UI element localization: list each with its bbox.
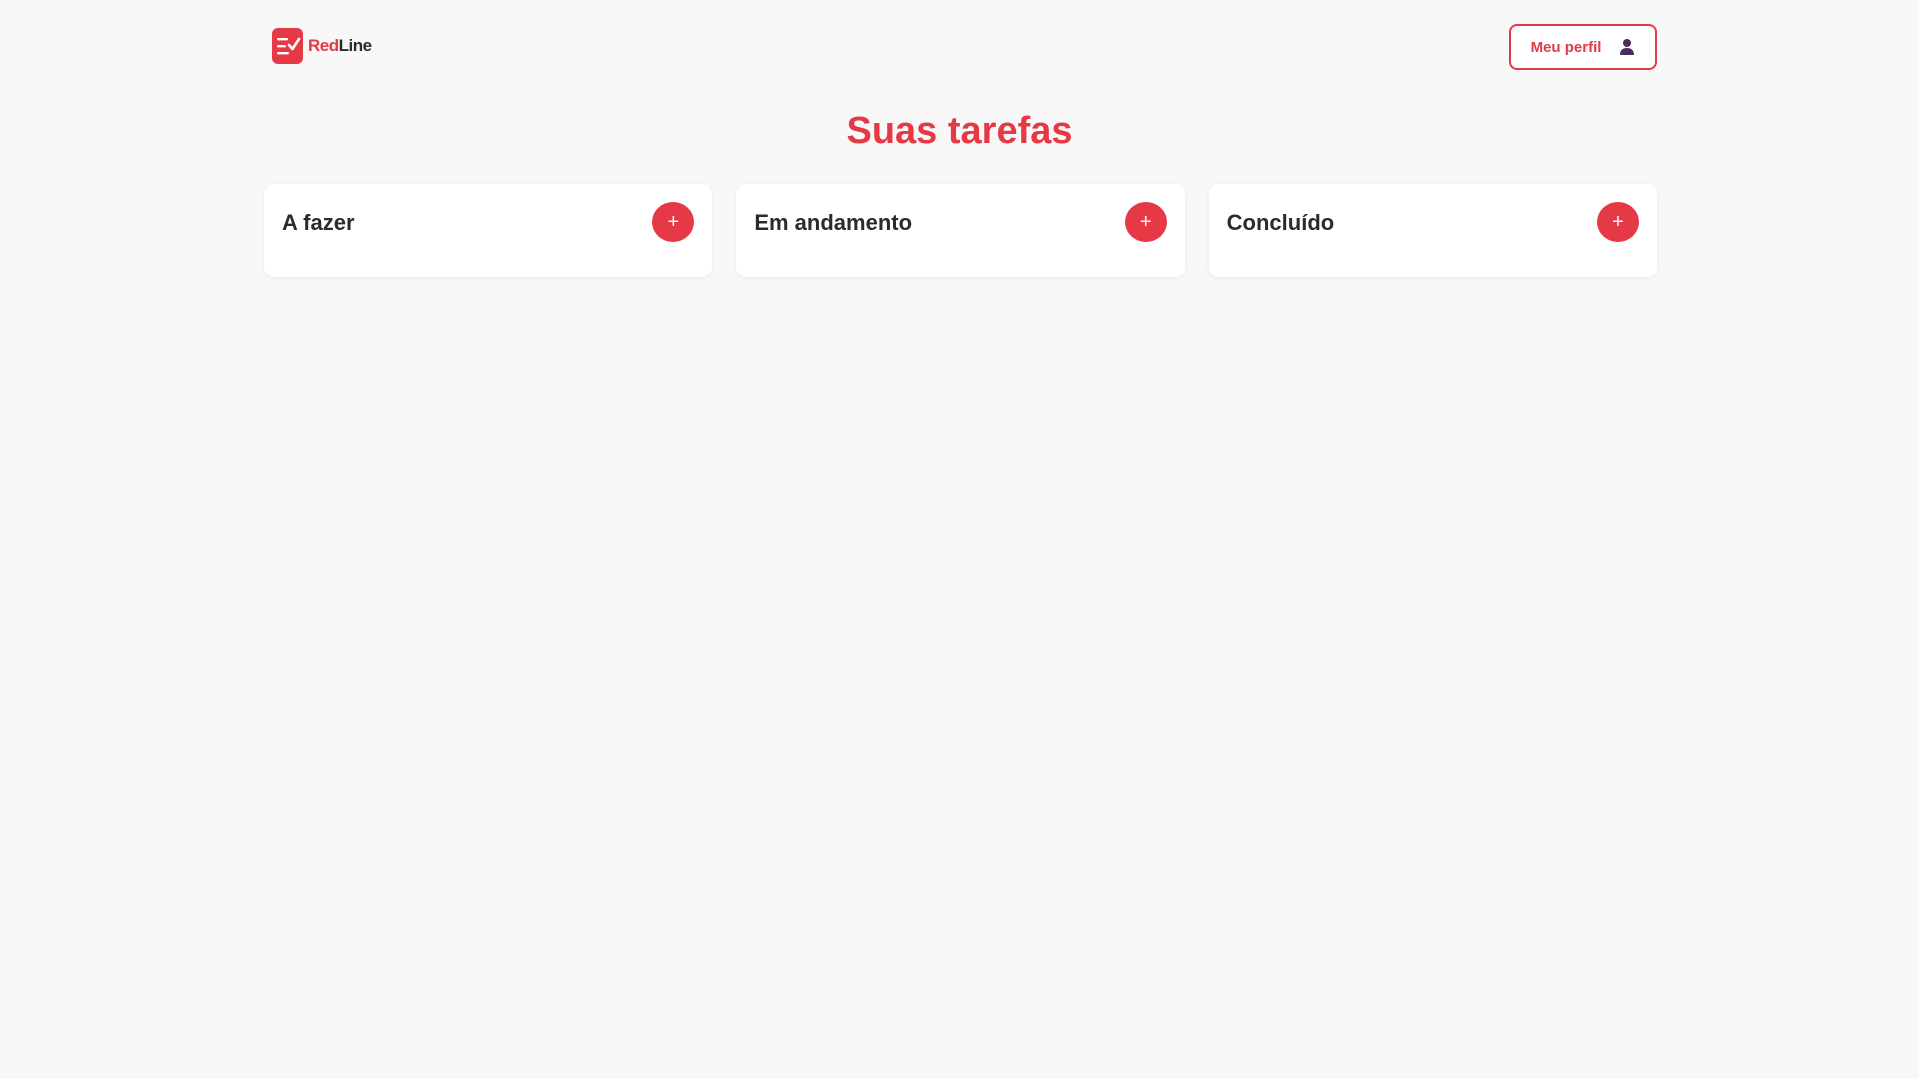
logo-text-red: Red	[308, 36, 339, 55]
logo[interactable]: RedLine	[272, 28, 372, 64]
page-title: Suas tarefas	[846, 110, 1073, 152]
profile-button[interactable]: Meu perfil	[1509, 24, 1657, 70]
user-icon	[1619, 38, 1635, 56]
task-list-icon	[272, 28, 303, 64]
add-task-button[interactable]: +	[1596, 202, 1639, 242]
column-in-progress: Em andamento +	[736, 184, 1185, 277]
add-task-button[interactable]: +	[1124, 202, 1167, 242]
column-title: A fazer	[282, 210, 355, 235]
add-task-button[interactable]: +	[652, 202, 695, 242]
column-title: Em andamento	[754, 210, 913, 235]
column-done: Concluído +	[1208, 184, 1657, 277]
task-board: A fazer + Em andamento + Concluído +	[264, 184, 1657, 277]
column-todo: A fazer +	[264, 184, 713, 277]
logo-text: RedLine	[308, 36, 372, 56]
profile-button-label: Meu perfil	[1530, 38, 1602, 56]
column-title: Concluído	[1226, 210, 1335, 235]
logo-text-dark: Line	[338, 36, 372, 55]
header: RedLine Meu perfil	[264, 0, 1657, 96]
